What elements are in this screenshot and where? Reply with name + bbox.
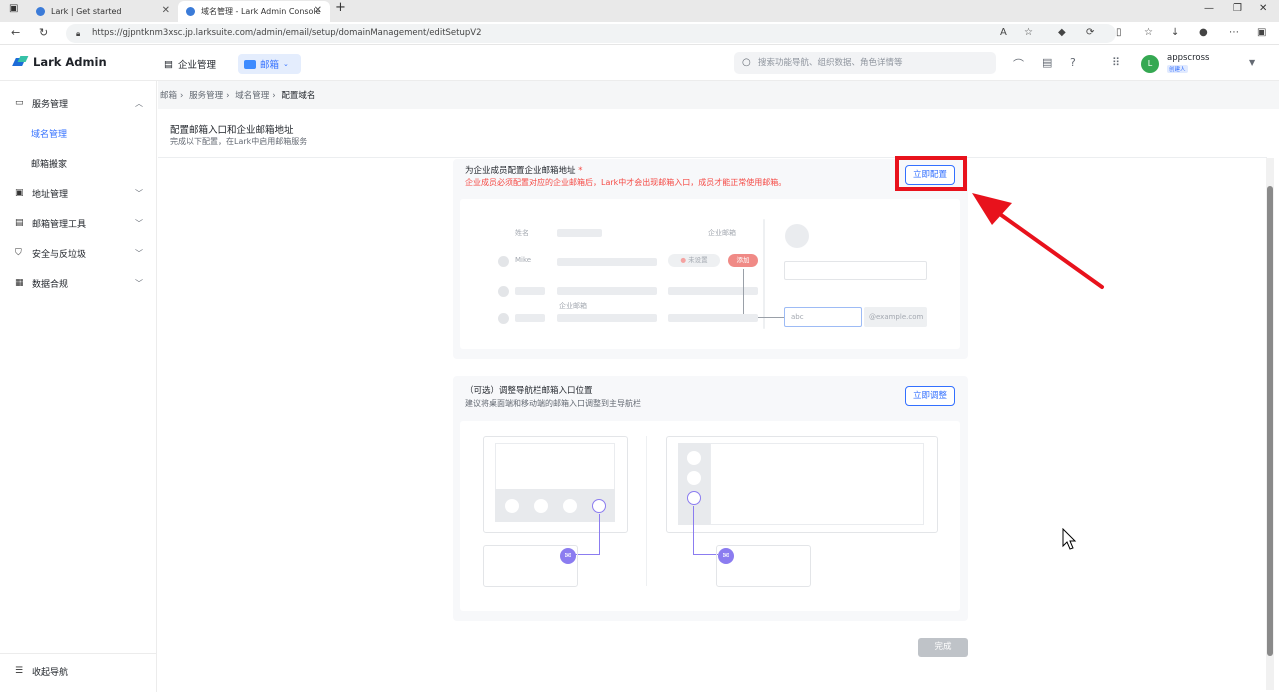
step1-warning: 企业成员必须配置对应的企业邮箱后，Lark中才会出现邮箱入口，成员才能正常使用邮… [465,178,787,187]
step2-desc: 建议将桌面端和移动端的邮箱入口调整到主导航栏 [465,399,641,408]
help-icon[interactable]: ? [1070,56,1076,69]
sidebar-item-domain-management[interactable]: 域名管理 [0,122,157,144]
address-card-icon: ▣ [15,188,24,198]
main-content: 邮箱 › 服务管理 › 域名管理 › 配置域名 配置邮箱入口和企业邮箱地址 完成以下配… [158,81,1279,692]
extensions-puzzle-icon[interactable]: ⟳ [1086,27,1094,38]
back-icon[interactable]: ← [11,26,20,39]
chevron-down-icon: ﹀ [135,188,143,198]
refresh-icon[interactable]: ↻ [39,26,48,39]
app-grid-icon[interactable]: ⠿ [1112,56,1120,69]
lark-logo-icon [14,56,28,68]
user-role-badge: 创建人 [1167,65,1188,73]
favorite-star-icon[interactable]: ☆ [1024,27,1033,38]
highlight-box [895,156,967,191]
collapse-icon: ☰ [15,666,24,676]
panel-divider [158,157,1267,158]
url-field[interactable]: 🔒︎ https://gjpntknm3xsc.jp.larksuite.com… [66,24,1116,43]
step2-card: （可选）调整导航栏邮箱入口位置 建议将桌面端和移动端的邮箱入口调整到主导航栏 ✉ [453,376,968,621]
lark-favicon-icon [186,7,195,16]
breadcrumb-service-management[interactable]: 服务管理 [189,91,223,101]
read-aloud-icon[interactable]: A [1000,27,1007,38]
maximize-icon[interactable]: ❐ [1233,3,1242,14]
setup-panel: 配置邮箱入口和企业邮箱地址 完成以下配置，在Lark中启用邮箱服务 为企业成员配… [158,109,1279,692]
lark-favicon-icon [36,7,45,16]
monitor-icon: ▭ [15,98,24,108]
address-bar-row: ← ↻ 🔒︎ https://gjpntknm3xsc.jp.larksuite… [0,22,1279,45]
notes-icon[interactable]: ▤ [1042,56,1052,69]
lock-icon: 🔒︎ [76,29,81,38]
split-screen-icon[interactable]: ▯ [1116,27,1122,38]
breadcrumb: 邮箱 › 服务管理 › 域名管理 › 配置域名 [160,91,316,101]
sidebar-item-data-compliance[interactable]: ▦ 数据合规 ﹀ [0,272,157,294]
mail-icon: ✉ [718,548,734,564]
done-button[interactable]: 完成 [918,638,968,657]
nav-mail-dropdown[interactable]: 邮箱 ⌄ [238,54,301,74]
annotation-arrow [972,193,1104,289]
collapse-nav-button[interactable]: ☰ 收起导航 [0,660,157,682]
search-icon: ○ [742,57,751,68]
breadcrumb-mail[interactable]: 邮箱 [160,91,177,101]
breadcrumb-current: 配置域名 [281,91,316,101]
chevron-down-icon: ﹀ [135,278,143,288]
sidebar-item-mail-tools[interactable]: ▤ 邮箱管理工具 ﹀ [0,212,157,234]
account-dropdown-icon[interactable]: ▼ [1249,58,1255,67]
scrollbar-thumb[interactable] [1267,186,1273,656]
toolbox-icon: ▤ [15,218,24,228]
sidebar-divider [0,653,157,654]
new-tab-icon[interactable]: + [335,0,346,15]
sidebar: ▭ 服务管理 ︿ 域名管理 邮箱搬家 ▣ 地址管理 ﹀ ▤ 邮箱管理工具 ﹀ ⛉… [0,81,157,692]
browser-tab-bar: ▣ Lark | Get started ✕ 域名管理 - Lark Admin… [0,0,1279,22]
avatar[interactable]: L [1141,55,1159,73]
extension-icon[interactable]: ◆ [1058,27,1066,38]
close-tab-icon[interactable]: ✕ [314,5,322,16]
mail-icon: ✉ [560,548,576,564]
sidebar-item-address-management[interactable]: ▣ 地址管理 ﹀ [0,182,157,204]
mouse-cursor-icon [1062,528,1077,550]
headset-support-icon[interactable]: ⌒ [1013,56,1024,72]
minimize-icon[interactable]: — [1204,3,1214,14]
adjust-now-button[interactable]: 立即调整 [905,386,955,406]
close-tab-icon[interactable]: ✕ [162,5,170,16]
page-subtitle: 完成以下配置，在Lark中启用邮箱服务 [170,137,308,146]
tab-actions-icon[interactable]: ▣ [9,3,18,14]
browser-tab-domain-management[interactable]: 域名管理 - Lark Admin Console ✕ [178,1,330,22]
sidebar-item-mail-migration[interactable]: 邮箱搬家 [0,152,157,174]
chevron-up-icon: ︿ [135,98,143,108]
mail-app-icon [244,59,256,69]
browser-tab-lark-get-started[interactable]: Lark | Get started ✕ [28,1,178,22]
user-name: appscross [1167,53,1210,63]
window-close-icon[interactable]: ✕ [1259,3,1267,14]
app-header: Lark Admin ▤ 企业管理 邮箱 ⌄ ○ 搜索功能导航、组织数据、角色详… [0,45,1279,81]
downloads-icon[interactable]: ↓ [1171,27,1179,38]
chevron-down-icon: ﹀ [135,248,143,258]
step2-title: （可选）调整导航栏邮箱入口位置 [465,386,593,396]
scrollbar[interactable] [1266,158,1274,690]
step1-card: 为企业成员配置企业邮箱地址 * 企业成员必须配置对应的企业邮箱后，Lark中才会… [453,159,968,359]
chevron-down-icon: ⌄ [283,60,289,68]
breadcrumb-domain-management[interactable]: 域名管理 [235,91,269,101]
chevron-down-icon: ﹀ [135,218,143,228]
sidebar-item-security-antispam[interactable]: ⛉ 安全与反垃圾 ﹀ [0,242,157,264]
step2-illustration: ✉ ✉ [460,421,960,611]
shield-icon: ⛉ [15,248,22,258]
building-icon: ▤ [164,58,173,70]
sidebar-item-service-management[interactable]: ▭ 服务管理 ︿ [0,92,157,114]
sidebar-toggle-icon[interactable]: ▣ [1257,27,1266,38]
more-menu-icon[interactable]: ⋯ [1229,27,1239,38]
profile-icon[interactable]: ● [1199,27,1208,38]
lark-admin-logo[interactable]: Lark Admin [14,55,107,69]
nav-org-management[interactable]: ▤ 企业管理 [158,54,222,74]
step1-illustration: 姓名 企业邮箱 Mike ● 未设置 添加 企业邮箱 abc @example.… [460,199,960,349]
page-title: 配置邮箱入口和企业邮箱地址 [170,125,294,136]
compliance-doc-icon: ▦ [15,278,24,288]
favorites-icon[interactable]: ☆ [1144,27,1153,38]
step1-title: 为企业成员配置企业邮箱地址 * [465,166,583,176]
global-search-input[interactable]: ○ 搜索功能导航、组织数据、角色详情等 [734,52,996,74]
